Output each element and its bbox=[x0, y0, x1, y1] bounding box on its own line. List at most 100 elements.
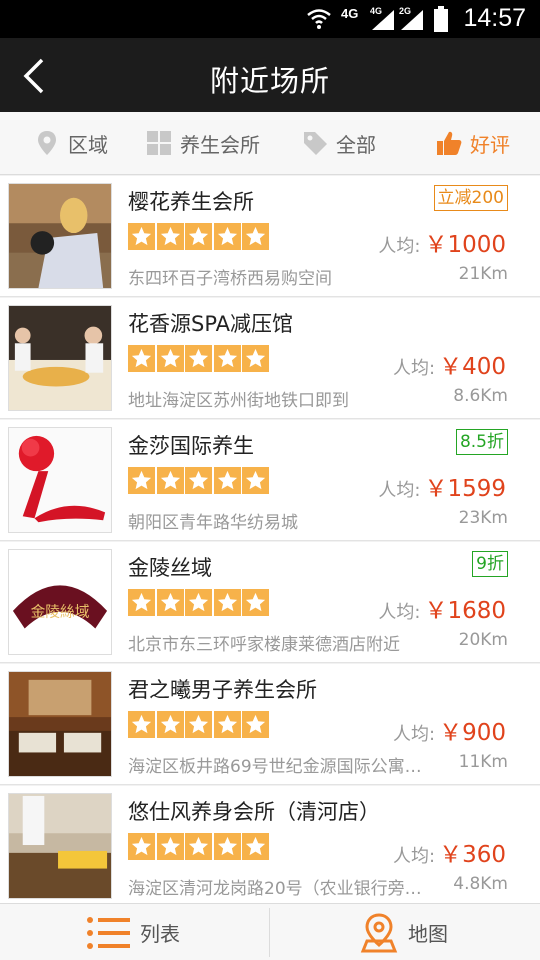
price-value: ￥400 bbox=[439, 354, 506, 380]
tag-icon bbox=[304, 132, 327, 155]
star-icon bbox=[128, 711, 155, 738]
map-pin-icon bbox=[360, 912, 398, 952]
venue-name: 悠仕风养身会所（清河店） bbox=[128, 800, 380, 824]
tab-map-label: 地图 bbox=[408, 922, 448, 946]
star-icon bbox=[185, 833, 212, 860]
price-label: 人均: bbox=[378, 602, 421, 623]
rating-stars bbox=[128, 711, 271, 738]
price-value: ￥1000 bbox=[424, 232, 506, 258]
price-label: 人均: bbox=[393, 846, 436, 867]
star-icon bbox=[213, 589, 241, 616]
filter-rating[interactable]: 好评 bbox=[436, 112, 510, 174]
discount-badge: 立减200 bbox=[433, 185, 508, 211]
rating-stars bbox=[128, 833, 271, 860]
venue-address: 北京市东三环呼家楼康莱德酒店附近 bbox=[128, 635, 400, 655]
price-label: 人均: bbox=[378, 236, 421, 257]
wifi-icon bbox=[307, 9, 331, 29]
filter-category[interactable]: 养生会所 bbox=[146, 112, 260, 174]
price-label: 人均: bbox=[393, 358, 436, 379]
venue-distance: 11Km bbox=[458, 752, 508, 772]
price-label: 人均: bbox=[393, 724, 436, 745]
venue-thumbnail: 金陵絲域 bbox=[8, 549, 112, 655]
thumbs-up-icon bbox=[437, 131, 462, 155]
tab-map[interactable]: 地图 bbox=[358, 904, 448, 960]
discount-badge: 9折 bbox=[472, 551, 508, 577]
title-bar: 附近场所 bbox=[0, 38, 540, 112]
star-icon bbox=[185, 345, 212, 372]
venue-address: 海淀区清河龙岗路20号（农业银行旁… bbox=[128, 879, 422, 899]
rating-stars bbox=[128, 589, 271, 616]
tab-list-label: 列表 bbox=[140, 922, 180, 946]
venue-item[interactable]: 金莎国际养生 8.5折 人均: ￥1599 朝阳区青年路华纺易城 23Km bbox=[0, 420, 540, 541]
venue-thumbnail bbox=[8, 671, 112, 777]
star-icon bbox=[128, 589, 155, 616]
venue-distance: 20Km bbox=[458, 630, 508, 650]
venue-address: 地址海淀区苏州街地铁口即到 bbox=[128, 391, 349, 411]
venue-item[interactable]: 君之曦男子养生会所 人均: ￥900 海淀区板井路69号世纪金源国际公寓… 11… bbox=[0, 664, 540, 785]
grid-category-icon bbox=[147, 131, 171, 155]
price-block: 人均: ￥1680 bbox=[378, 591, 506, 625]
price-value: ￥1680 bbox=[424, 598, 506, 624]
venue-name: 金陵丝域 bbox=[128, 556, 212, 580]
star-icon bbox=[242, 589, 269, 616]
venue-address: 海淀区板井路69号世纪金源国际公寓… bbox=[128, 757, 422, 777]
star-icon bbox=[185, 223, 212, 250]
price-block: 人均: ￥1599 bbox=[378, 469, 506, 503]
star-icon bbox=[242, 223, 269, 250]
venue-distance: 8.6Km bbox=[453, 386, 508, 406]
signal-sim1-icon bbox=[372, 10, 394, 30]
venue-name: 樱花养生会所 bbox=[128, 190, 254, 214]
star-icon bbox=[242, 345, 269, 372]
list-icon bbox=[87, 916, 130, 949]
star-icon bbox=[242, 467, 269, 494]
star-icon bbox=[242, 711, 269, 738]
tab-divider bbox=[269, 908, 270, 957]
star-icon bbox=[213, 833, 241, 860]
price-value: ￥360 bbox=[439, 842, 506, 868]
star-icon bbox=[128, 223, 155, 250]
star-icon bbox=[185, 711, 212, 738]
star-icon bbox=[156, 833, 184, 860]
filter-area[interactable]: 区域 bbox=[34, 112, 108, 174]
star-icon bbox=[156, 711, 184, 738]
bottom-tab-bar: 列表 地图 bbox=[0, 903, 540, 960]
discount-badge: 8.5折 bbox=[455, 429, 508, 455]
price-block: 人均: ￥360 bbox=[393, 835, 506, 869]
venue-address: 朝阳区青年路华纺易城 bbox=[128, 513, 298, 533]
venue-name: 君之曦男子养生会所 bbox=[128, 678, 317, 702]
star-icon bbox=[213, 467, 241, 494]
location-pin-icon bbox=[38, 131, 56, 155]
page-title: 附近场所 bbox=[209, 64, 330, 98]
battery-icon bbox=[434, 6, 448, 32]
status-bar: 4G 4G 2G 14:57 bbox=[0, 0, 540, 38]
price-block: 人均: ￥400 bbox=[393, 347, 506, 381]
venue-item[interactable]: 花香源SPA减压馆 人均: ￥400 地址海淀区苏州街地铁口即到 8.6Km bbox=[0, 298, 540, 419]
tab-list[interactable]: 列表 bbox=[86, 904, 180, 960]
venue-thumbnail bbox=[8, 793, 112, 899]
venue-distance: 21Km bbox=[458, 264, 508, 284]
venue-item[interactable]: 悠仕风养身会所（清河店） 人均: ￥360 海淀区清河龙岗路20号（农业银行旁…… bbox=[0, 786, 540, 907]
price-block: 人均: ￥900 bbox=[393, 713, 506, 747]
star-icon bbox=[156, 223, 184, 250]
filter-type-label: 全部 bbox=[336, 132, 376, 157]
rating-stars bbox=[128, 223, 271, 250]
star-icon bbox=[185, 467, 212, 494]
venue-item[interactable]: 樱花养生会所 立减200 人均: ￥1000 东四环百子湾桥西易购空间 21Km bbox=[0, 176, 540, 297]
star-icon bbox=[213, 345, 241, 372]
venue-name: 金莎国际养生 bbox=[128, 434, 254, 458]
star-icon bbox=[156, 589, 184, 616]
star-icon bbox=[128, 833, 155, 860]
venue-thumbnail bbox=[8, 427, 112, 533]
venue-distance: 23Km bbox=[458, 508, 508, 528]
rating-stars bbox=[128, 345, 271, 372]
venue-item[interactable]: 金陵絲域 金陵丝域 9折 人均: ￥1680 北京市东三环呼家楼康莱德酒店附近 … bbox=[0, 542, 540, 663]
price-value: ￥1599 bbox=[424, 476, 506, 502]
star-icon bbox=[156, 467, 184, 494]
network-type-label: 4G bbox=[341, 6, 359, 21]
filter-type[interactable]: 全部 bbox=[302, 112, 376, 174]
venue-logo-text: 金陵絲域 bbox=[31, 604, 90, 621]
venue-name: 花香源SPA减压馆 bbox=[128, 312, 294, 336]
star-icon bbox=[213, 223, 241, 250]
venue-address: 东四环百子湾桥西易购空间 bbox=[128, 269, 332, 289]
price-block: 人均: ￥1000 bbox=[378, 225, 506, 259]
